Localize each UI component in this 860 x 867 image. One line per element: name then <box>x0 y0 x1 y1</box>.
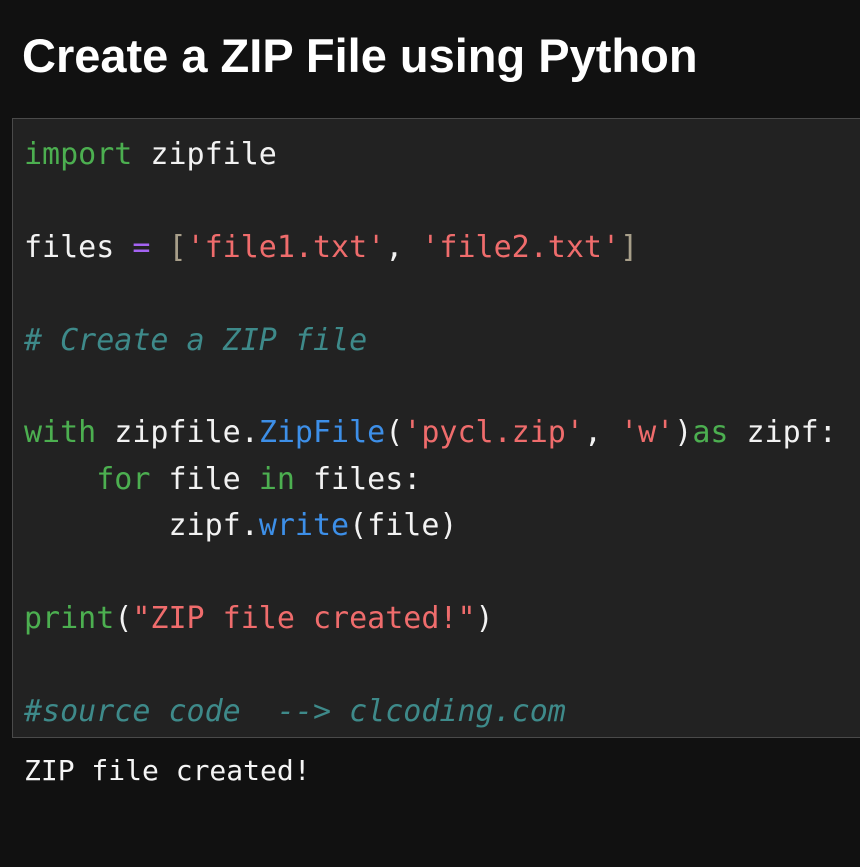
keyword-import: import <box>24 137 133 172</box>
variable-files: files <box>24 229 133 265</box>
comment-create-zip: # Create a ZIP file <box>24 322 368 358</box>
close-paren: ) <box>475 600 494 636</box>
method-write: write <box>258 508 350 544</box>
class-zipfile: ZipFile <box>258 415 386 451</box>
keyword-for: for <box>96 461 151 497</box>
alias-zipf: zipf: <box>728 415 837 451</box>
string-zip-name: 'pycl.zip' <box>403 415 584 451</box>
code-block: import zipfile files = ['file1.txt', 'fil… <box>24 132 837 735</box>
notebook-page: Create a ZIP File using Python import zi… <box>0 0 860 867</box>
list-close-bracket: ] <box>620 229 639 265</box>
arg-comma: , <box>583 415 621 451</box>
page-title: Create a ZIP File using Python <box>22 29 698 82</box>
open-paren: ( <box>114 600 133 636</box>
comment-source: #source code --> clcoding.com <box>24 693 566 729</box>
module-name: zipfile <box>132 137 277 172</box>
string-mode: 'w' <box>620 415 675 451</box>
object-zipf: zipf. <box>168 508 259 544</box>
list-open-bracket: [ <box>168 229 187 265</box>
code-cell[interactable]: import zipfile files = ['file1.txt', 'fil… <box>12 118 860 738</box>
keyword-in: in <box>258 461 295 497</box>
code-line-source-comment: #source code --> clcoding.com <box>24 689 837 735</box>
code-line-write: zipf.write(file) <box>24 503 837 549</box>
close-paren: ) <box>674 415 693 451</box>
code-line-import: import zipfile <box>24 132 837 178</box>
code-line-print: print("ZIP file created!") <box>24 596 837 642</box>
assign-operator: = <box>132 229 151 265</box>
cell-output: ZIP file created! <box>24 754 311 787</box>
code-line-comment: # Create a ZIP file <box>24 318 837 364</box>
module-ref: zipfile. <box>96 415 259 451</box>
code-line-with: with zipfile.ZipFile('pycl.zip', 'w')as … <box>24 410 837 456</box>
open-paren: ( <box>385 415 404 451</box>
keyword-as: as <box>692 415 729 451</box>
code-line-files: files = ['file1.txt', 'file2.txt'] <box>24 225 837 271</box>
string-file2: 'file2.txt' <box>421 229 621 265</box>
keyword-with: with <box>24 415 97 451</box>
loop-variable: file <box>150 461 259 497</box>
code-line-for: for file in files: <box>24 457 837 503</box>
list-comma: , <box>385 229 422 265</box>
string-message: "ZIP file created!" <box>132 600 476 636</box>
loop-iterable: files: <box>294 461 422 497</box>
function-print: print <box>24 600 115 636</box>
string-file1: 'file1.txt' <box>186 229 386 265</box>
method-args: (file) <box>349 508 458 544</box>
